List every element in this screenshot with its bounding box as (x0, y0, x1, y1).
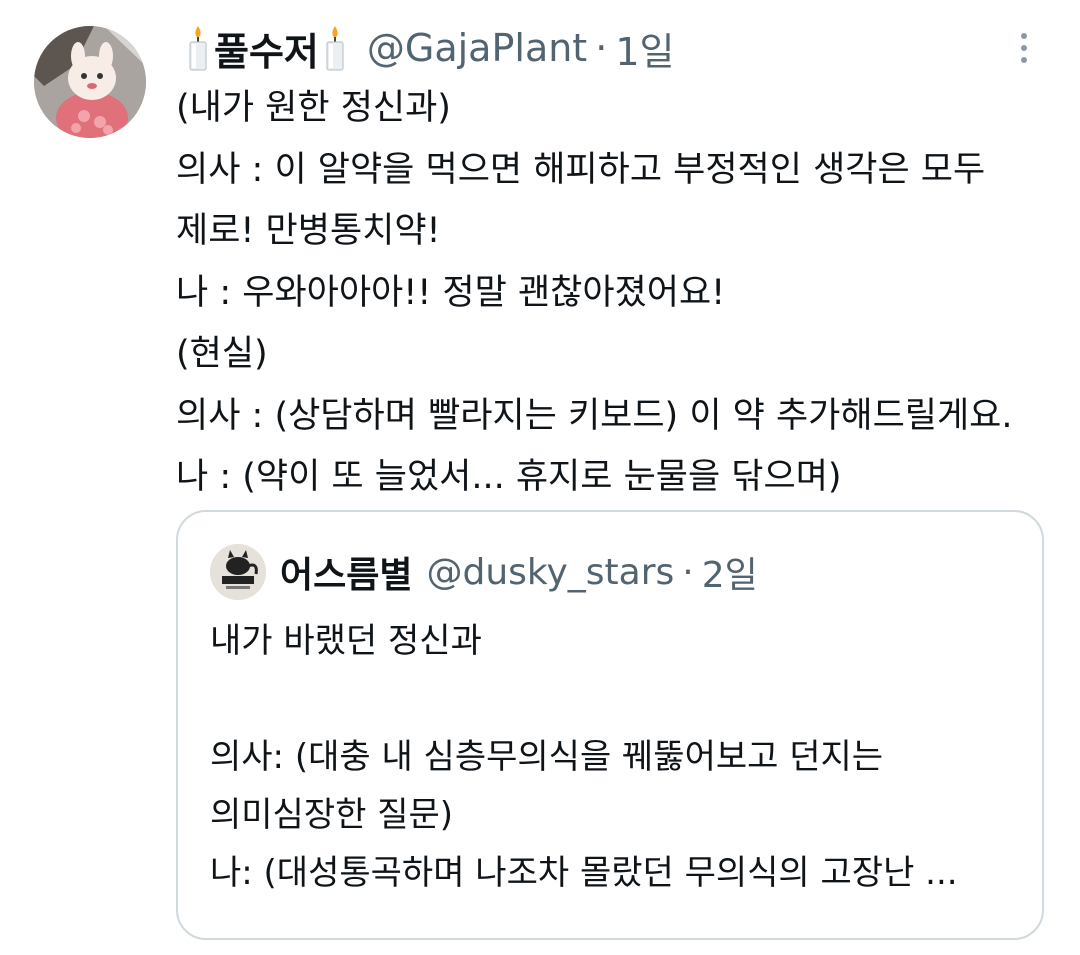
more-dot (1021, 45, 1027, 51)
quoted-text-line: 나: (대성통곡하며 나조차 몰랐던 무의식의 고장난 ... (210, 853, 958, 893)
tweet-text-line: 의사 : 이 알약을 먹으면 해피하고 부정적인 생각은 모두 (176, 149, 986, 190)
author-handle[interactable]: @GajaPlant (367, 26, 587, 70)
tweet-text-line: (내가 원한 정신과) (176, 88, 451, 128)
more-vertical-icon[interactable] (1004, 26, 1044, 70)
quoted-tweet-timestamp[interactable]: 2일 (702, 546, 758, 598)
author-name-group[interactable]: 풀수저 (182, 21, 351, 76)
tweet-text-line: 나 : 우와아아아!! 정말 괜찮아졌어요! (176, 272, 726, 313)
quoted-tweet-header: 어스름별 @dusky_stars · 2일 (280, 544, 758, 600)
avatar-image (34, 26, 146, 138)
more-dot (1021, 33, 1027, 39)
quoted-text-line: 의미심장한 질문) (210, 795, 454, 835)
tweet-text-line: 나 : (약이 또 늘었서... 휴지로 눈물을 닦으며) (176, 457, 842, 497)
candle-icon (326, 26, 344, 71)
tweet-text-line: 의사 : (상담하며 빨라지는 키보드) 이 약 추가해드릴게요. (176, 395, 1013, 436)
tweet-header: 풀수저 @GajaPlant · 1일 (182, 22, 674, 74)
quoted-text-line (210, 670, 1030, 728)
quoted-author-handle[interactable]: @dusky_stars (426, 552, 674, 593)
author-avatar[interactable] (34, 26, 146, 138)
candle-icon (189, 26, 207, 71)
author-name[interactable]: 풀수저 (214, 21, 319, 76)
quoted-tweet-text: 내가 바랬던 정신과 의사: (대충 내 심층무의식을 꿰뚫어보고 던지는 의미… (210, 612, 1030, 902)
tweet-text: (내가 원한 정신과) 의사 : 이 알약을 먹으면 해피하고 부정적인 생각은… (176, 78, 1056, 509)
quoted-text-line: 의사: (대충 내 심층무의식을 꿰뚫어보고 던지는 (210, 737, 884, 777)
more-dot (1021, 57, 1027, 63)
quoted-text-line: 내가 바랬던 정신과 (210, 621, 482, 661)
quoted-tweet-card[interactable]: 어스름별 @dusky_stars · 2일 내가 바랬던 정신과 의사: (대… (176, 510, 1044, 940)
tweet-timestamp[interactable]: 1일 (615, 21, 674, 76)
tweet-text-line: 제로! 만병통치약! (176, 211, 441, 251)
avatar-image (210, 544, 266, 600)
tweet-text-line: (현실) (176, 334, 268, 374)
quoted-author-avatar[interactable] (210, 544, 266, 600)
separator-dot: · (595, 26, 608, 70)
quoted-author-name[interactable]: 어스름별 (280, 546, 412, 598)
separator-dot: · (682, 551, 694, 593)
